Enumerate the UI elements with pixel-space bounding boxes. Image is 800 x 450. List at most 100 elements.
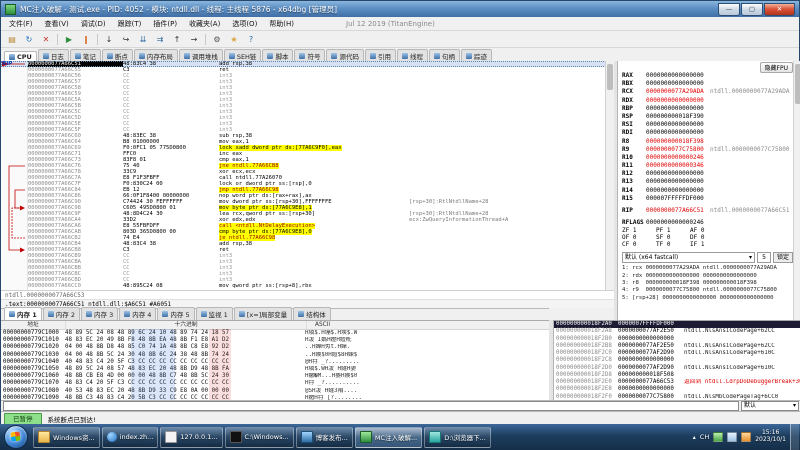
disasm-row[interactable]: 0000000077A66CC048:895C24 08mov qword pt… xyxy=(1,283,614,289)
menu-item-1[interactable]: 查看(V) xyxy=(39,19,75,29)
stack-row[interactable]: 000000000018F2A80000000077AF2E50ntdll.Nl… xyxy=(554,328,800,335)
stack-row[interactable]: 000000000018F2C00000000077AF2D90ntdll.Nl… xyxy=(554,350,800,357)
register-row[interactable]: RCX0000000077A29ADAntdll.0000000077A29AD… xyxy=(622,88,793,96)
taskbar-item[interactable]: 127.0.0.1... xyxy=(160,427,222,448)
dump-tab-内存 5[interactable]: 内存 5 xyxy=(157,307,194,320)
goto-button[interactable]: → xyxy=(186,32,202,47)
stack-panel[interactable]: 000000000018F2A00000007FFFFDF00000000000… xyxy=(553,320,800,401)
restart-button[interactable]: ↻ xyxy=(21,32,37,47)
disassembly-panel[interactable]: RIP 0000000077A66C5148:83C4 38add rsp,38… xyxy=(1,61,614,290)
dump-row[interactable]: 00000000779C107048 83 C4 20 5F C3 CC CC … xyxy=(1,380,549,387)
step-out-button[interactable]: ↑ xyxy=(169,32,185,47)
registers-scrollbar[interactable] xyxy=(793,61,800,320)
command-input[interactable] xyxy=(3,401,739,411)
menu-item-7[interactable]: 帮助(H) xyxy=(263,19,300,29)
register-row[interactable]: RBP0000000000000000 xyxy=(622,105,793,113)
trace-over-button[interactable]: ⇉ xyxy=(152,32,168,47)
dump-panel[interactable]: 地址十六进制ASCII 00000000779C100048 89 5C 24 … xyxy=(1,320,549,401)
stop-button[interactable]: ✕ xyxy=(38,32,54,47)
register-row[interactable]: R100000000000000246 xyxy=(622,154,793,162)
register-row[interactable]: R120000000000000000 xyxy=(622,170,793,178)
register-row[interactable]: RSP000000000018F390 xyxy=(622,113,793,121)
volume-tray-icon[interactable] xyxy=(741,432,751,442)
taskbar-item[interactable]: MC注入破解... xyxy=(355,427,422,448)
maximize-button[interactable]: ▢ xyxy=(741,3,763,16)
dump-row[interactable]: 00000000779C108040 53 48 83 EC 20 48 8B … xyxy=(1,388,549,395)
register-row[interactable]: R130000000000000000 xyxy=(622,178,793,186)
register-row[interactable]: RDX0000000000000000 xyxy=(622,97,793,105)
registers-scrollbar-thumb[interactable] xyxy=(795,64,800,104)
step-over-button[interactable]: ↪ xyxy=(118,32,134,47)
stack-row[interactable]: 000000000018F2D00000000077AF2D90ntdll.Nl… xyxy=(554,365,800,372)
dump-tab-结构体[interactable]: 结构体 xyxy=(293,307,331,320)
stack-row[interactable]: 000000000018F2B80000000077AF2E50ntdll.Nl… xyxy=(554,343,800,350)
stack-row[interactable]: 000000000018F2E00000000077A66C53返回到 ntdl… xyxy=(554,379,800,386)
hidden-icons-arrow[interactable]: ▴ xyxy=(693,434,696,441)
settings-button[interactable]: ⚙ xyxy=(209,32,225,47)
taskbar-item[interactable]: index.zh... xyxy=(102,427,159,448)
minimize-button[interactable]: — xyxy=(718,3,740,16)
dump-row[interactable]: 00000000779C104040 48 83 C4 20 5F C3 CC … xyxy=(1,359,549,366)
menu-item-2[interactable]: 调试(D) xyxy=(75,19,112,29)
disasm-scrollbar-thumb[interactable] xyxy=(607,64,613,90)
stack-row[interactable]: 000000000018F2E80000000000000000 xyxy=(554,386,800,393)
step-into-button[interactable]: ↓ xyxy=(101,32,117,47)
disasm-scrollbar[interactable] xyxy=(605,61,614,290)
menu-item-5[interactable]: 收藏夹(A) xyxy=(183,19,226,29)
register-row[interactable]: R90000000077C75800ntdll.0000000077C75800 xyxy=(622,146,793,154)
open-file-button[interactable]: ▤ xyxy=(4,32,20,47)
register-row[interactable]: R8000000000018F398 xyxy=(622,138,793,146)
register-row[interactable]: RDI0000000000000000 xyxy=(622,129,793,137)
trace-into-button[interactable]: ⇊ xyxy=(135,32,151,47)
run-button[interactable]: ▶ xyxy=(61,32,77,47)
dump-tab-内存 1[interactable]: 内存 1 xyxy=(4,307,42,320)
close-button[interactable]: ✕ xyxy=(764,3,795,16)
antivirus-tray-icon[interactable] xyxy=(713,432,723,442)
registers-panel[interactable]: 隐藏FPU RAX0000000000000000RBX000000000000… xyxy=(617,61,800,320)
menu-item-0[interactable]: 文件(F) xyxy=(3,19,39,29)
argument-count-input[interactable]: 5 xyxy=(757,252,771,263)
favorites-button[interactable]: ★ xyxy=(226,32,242,47)
taskbar-item[interactable]: Windows资... xyxy=(33,427,100,448)
language-indicator[interactable]: CH xyxy=(700,433,709,441)
command-parser-select[interactable]: 默认 ▾ xyxy=(741,401,799,411)
menu-item-4[interactable]: 插件(P) xyxy=(147,19,183,29)
register-row[interactable]: R140000000000000000 xyxy=(622,187,793,195)
dump-row[interactable]: 00000000779C102004 00 48 8B D8 48 85 C0 … xyxy=(1,344,549,351)
dump-tab-[x=]局部变量[interactable]: [x=]局部变量 xyxy=(234,307,292,320)
dump-tab-内存 4[interactable]: 内存 4 xyxy=(119,307,156,320)
register-row[interactable]: RIP0000000077A66C51ntdll.0000000077A66C5… xyxy=(622,207,793,215)
dump-row[interactable]: 00000000779C100048 89 5C 24 08 48 89 6C … xyxy=(1,330,549,337)
menu-item-6[interactable]: 选项(O) xyxy=(226,19,263,29)
register-row[interactable]: RBX0000000000000000 xyxy=(622,80,793,88)
dump-tab-内存 3[interactable]: 内存 3 xyxy=(81,307,118,320)
stack-row[interactable]: 000000000018F2A00000007FFFFDF000 xyxy=(554,321,800,328)
calling-convention-select[interactable]: 默认 (x64 fastcall)▾ xyxy=(622,252,755,263)
stack-row[interactable]: 000000000018F2C80000000000000000 xyxy=(554,357,800,364)
taskbar-clock[interactable]: 15:16 2023/10/1 xyxy=(755,430,786,444)
dump-row[interactable]: 00000000779C106048 8B CB E8 4D 00 00 00 … xyxy=(1,373,549,380)
argument-row: 2: rdx 0000000000000000 0000000000000000 xyxy=(622,273,793,280)
dump-tab-监视 1[interactable]: 监视 1 xyxy=(196,307,233,320)
start-button[interactable] xyxy=(4,425,28,449)
titlebar[interactable]: MC注入破解 - 测试.exe - PID: 4052 - 模块: ntdll.… xyxy=(1,1,799,17)
dump-tab-内存 2[interactable]: 内存 2 xyxy=(43,307,80,320)
register-row[interactable]: RSI0000000000000000 xyxy=(622,121,793,129)
menu-item-3[interactable]: 跟踪(T) xyxy=(112,19,148,29)
pause-button[interactable]: ‖ xyxy=(78,32,94,47)
stack-row[interactable]: 000000000018F2D8000000000018F508 xyxy=(554,372,800,379)
taskbar-item[interactable]: D:\浏览器下... xyxy=(424,427,491,448)
taskbar-item[interactable]: C:\Windows... xyxy=(225,427,294,448)
dump-row[interactable]: 00000000779C101048 83 EC 20 49 8B F8 48 … xyxy=(1,337,549,344)
taskbar-item[interactable]: 博客发布... xyxy=(296,427,353,448)
stack-row[interactable]: 000000000018F2B00000000000000000 xyxy=(554,336,800,343)
help-button[interactable]: ? xyxy=(243,32,259,47)
network-tray-icon[interactable] xyxy=(727,432,737,442)
dump-row[interactable]: 00000000779C105048 89 5C 24 08 57 48 83 … xyxy=(1,366,549,373)
lock-arguments-button[interactable]: 锁定 xyxy=(773,252,793,263)
register-row[interactable]: R110000000000000346 xyxy=(622,162,793,170)
dump-row[interactable]: 00000000779C103004 00 48 8B 5C 24 30 48 … xyxy=(1,352,549,359)
show-desktop-button[interactable] xyxy=(790,424,799,450)
register-row[interactable]: R15000007FFFFFDF000 xyxy=(622,195,793,203)
register-row[interactable]: RAX0000000000000000 xyxy=(622,72,793,80)
